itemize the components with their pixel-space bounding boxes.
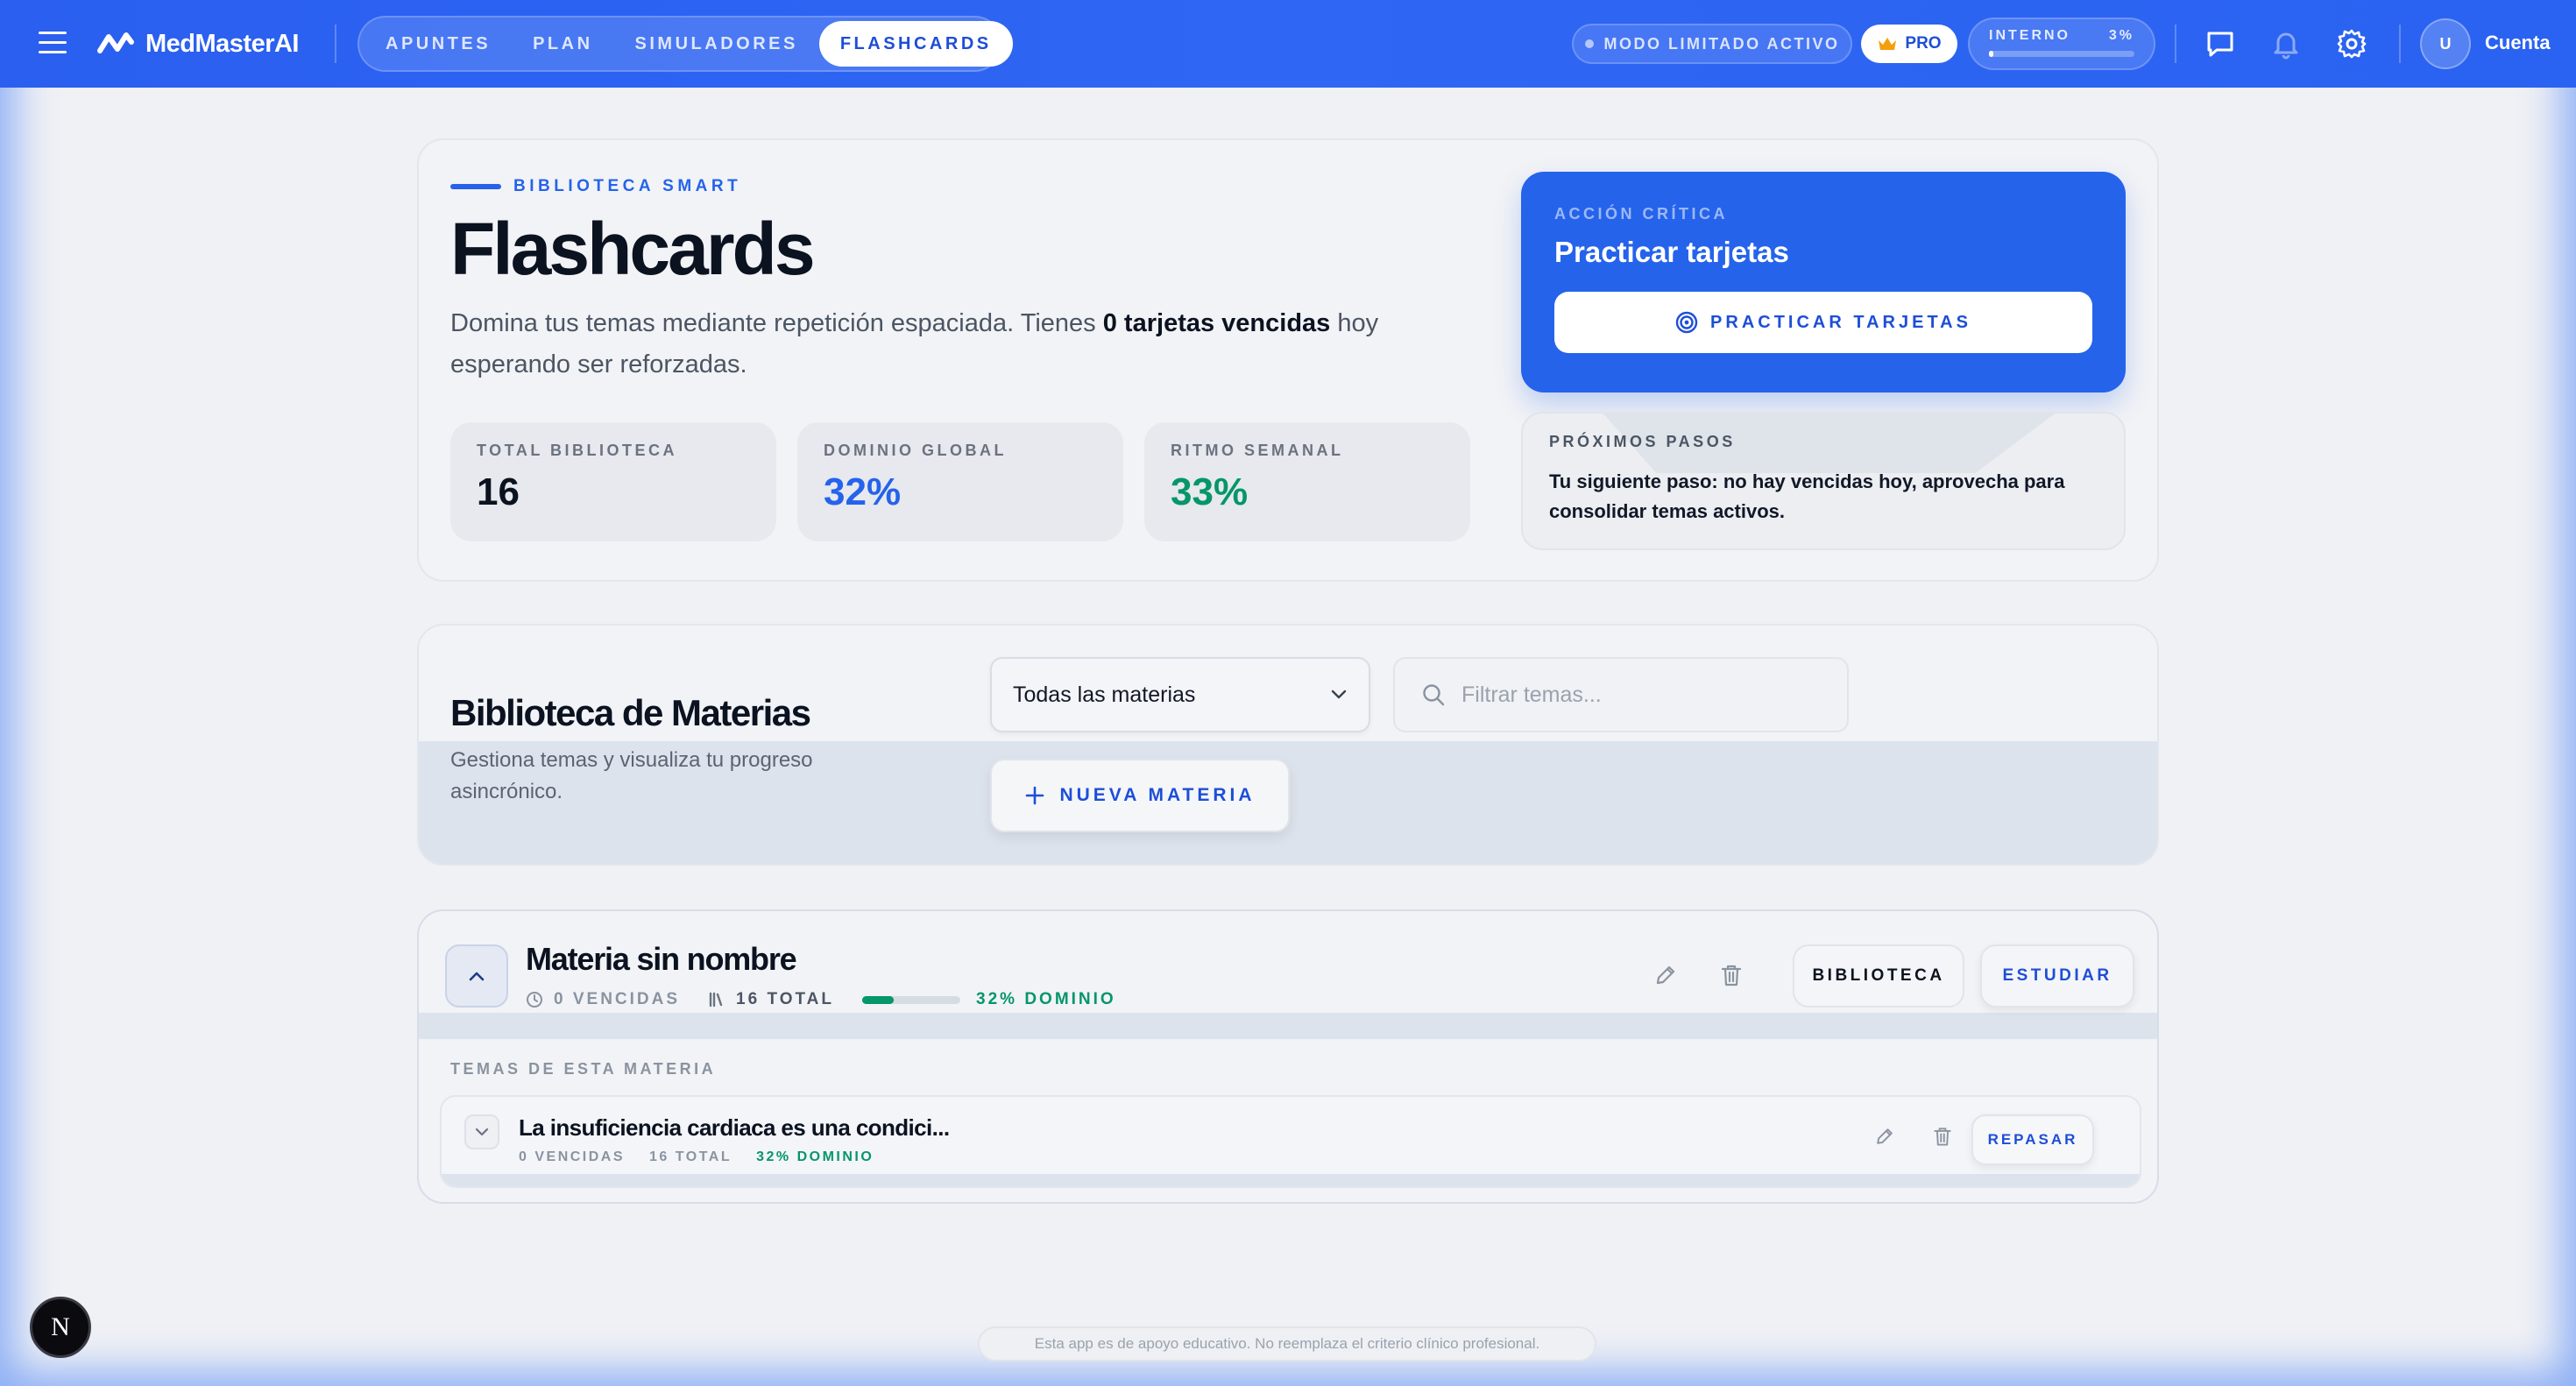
brand-name: MedMasterAI (145, 29, 300, 58)
hero-desc-prefix: Domina tus temas mediante repetición esp… (450, 309, 1103, 337)
subject-progress-bar (862, 995, 961, 1004)
target-icon (1675, 311, 1698, 334)
limited-mode-label: MODO LIMITADO ACTIVO (1603, 34, 1840, 53)
interno-percent: 3% (2108, 28, 2134, 43)
estudiar-button[interactable]: ESTUDIAR (1980, 944, 2134, 1008)
brand-logo-icon (97, 32, 134, 53)
search-icon (1423, 684, 1445, 706)
subject-meta: 0 VENCIDAS 16 TOTAL 32% DOMINIO (526, 990, 1116, 1009)
repasar-button[interactable]: REPASAR (1971, 1114, 2094, 1165)
list-item[interactable]: La insuficiencia cardiaca es una condici… (440, 1095, 2141, 1188)
menu-icon[interactable] (39, 32, 67, 56)
tab-flashcards[interactable]: FLASHCARDS (818, 21, 1013, 67)
disclaimer: Esta app es de apoyo educativo. No reemp… (978, 1326, 1596, 1361)
brand-logo[interactable]: MedMasterAI (96, 26, 300, 61)
new-subject-label: NUEVA MATERIA (1059, 785, 1256, 805)
hero-eyebrow: BIBLIOTECA SMART (450, 177, 741, 196)
interno-label: INTERNO (1989, 28, 2070, 43)
chevron-up-icon (469, 972, 485, 981)
subject-vencidas: 0 VENCIDAS (554, 990, 681, 1008)
subject-select-value: Todas las materias (1013, 682, 1196, 707)
nav-divider (335, 25, 336, 63)
bell-icon[interactable] (2270, 28, 2302, 60)
edit-icon[interactable] (1652, 962, 1679, 988)
crown-icon (1879, 38, 1897, 50)
expand-tema-button[interactable] (464, 1114, 499, 1149)
practice-cards-button[interactable]: PRACTICAR TARJETAS (1554, 292, 2092, 353)
subject-total: 16 TOTAL (736, 990, 835, 1008)
tema-dominio: 32% DOMINIO (756, 1149, 874, 1164)
tab-plan[interactable]: PLAN (512, 21, 613, 67)
account-label[interactable]: Cuenta (2485, 32, 2551, 54)
critical-title: Practicar tarjetas (1554, 236, 1789, 268)
chat-icon[interactable] (2204, 28, 2236, 60)
gear-icon[interactable] (2336, 28, 2367, 60)
subject-card: Materia sin nombre 0 VENCIDAS 16 TOTAL 3… (417, 909, 2159, 1204)
stat-total-biblioteca: TOTAL BIBLIOTECA 16 (450, 422, 776, 541)
eyebrow-bar (450, 184, 501, 189)
hero-eyebrow-label: BIBLIOTECA SMART (513, 177, 742, 195)
tema-meta: 0 VENCIDAS 16 TOTAL 32% DOMINIO (519, 1149, 874, 1165)
subject-title: Materia sin nombre (526, 941, 797, 977)
books-icon (709, 992, 723, 1008)
plus-icon (1026, 786, 1044, 805)
next-steps-text: Tu siguiente paso: no hay vencidas hoy, … (1549, 470, 2065, 522)
hero-description: Domina tus temas mediante repetición esp… (450, 303, 1432, 385)
next-steps-label: PRÓXIMOS PASOS (1549, 433, 1736, 450)
stat-label: DOMINIO GLOBAL (824, 442, 1007, 459)
critical-eyebrow: ACCIÓN CRÍTICA (1554, 205, 1728, 223)
stat-value: 16 (477, 470, 520, 513)
main-tabs: APUNTES PLAN SIMULADORES FLASHCARDS (357, 16, 1013, 72)
hero-desc-bold: 0 tarjetas vencidas (1102, 309, 1331, 337)
search-input[interactable]: Filtrar temas... (1393, 657, 1849, 732)
edit-icon[interactable] (1873, 1125, 1896, 1148)
library-section: Biblioteca de Materias Gestiona temas y … (417, 624, 2159, 866)
next-steps-card: PRÓXIMOS PASOS Tu siguiente paso: no hay… (1521, 412, 2126, 550)
chevron-down-icon (1331, 689, 1347, 699)
chevron-down-icon (475, 1128, 489, 1136)
temas-section-label: TEMAS DE ESTA MATERIA (450, 1060, 717, 1078)
tab-simuladores[interactable]: SIMULADORES (614, 21, 819, 67)
clock-icon (527, 992, 542, 1008)
collapse-subject-button[interactable] (445, 944, 508, 1008)
nav-divider (2399, 25, 2401, 63)
flashcards-hero-card: BIBLIOTECA SMART Flashcards Domina tus t… (417, 138, 2159, 582)
subject-dominio: 32% DOMINIO (976, 990, 1116, 1008)
tema-total: 16 TOTAL (649, 1149, 732, 1164)
stat-label: RITMO SEMANAL (1171, 442, 1344, 459)
biblioteca-button[interactable]: BIBLIOTECA (1793, 944, 1964, 1008)
pro-badge[interactable]: PRO (1861, 25, 1957, 63)
new-subject-button[interactable]: NUEVA MATERIA (990, 759, 1290, 832)
trash-icon[interactable] (1718, 962, 1744, 988)
interno-progress-bar (1989, 51, 2134, 57)
search-placeholder: Filtrar temas... (1461, 682, 1602, 707)
nav-divider (2175, 25, 2176, 63)
tema-strip (442, 1174, 2140, 1186)
subject-select[interactable]: Todas las materias (990, 657, 1370, 732)
tema-title: La insuficiencia cardiaca es una condici… (519, 1114, 950, 1141)
page-title: Flashcards (450, 208, 816, 290)
avatar[interactable]: U (2420, 18, 2471, 69)
interno-progress: INTERNO 3% (1968, 18, 2155, 70)
stat-value: 33% (1171, 470, 1249, 513)
interno-progress-fill (1989, 51, 1993, 57)
tab-apuntes[interactable]: APUNTES (364, 21, 512, 67)
top-navbar: MedMasterAI APUNTES PLAN SIMULADORES FLA… (0, 0, 2576, 88)
limited-mode-badge: MODO LIMITADO ACTIVO (1572, 24, 1852, 64)
library-description: Gestiona temas y visualiza tu progreso a… (450, 748, 813, 803)
stat-value: 32% (824, 470, 902, 513)
status-dot (1584, 39, 1594, 48)
stat-dominio-global: DOMINIO GLOBAL 32% (797, 422, 1123, 541)
subject-progress-fill (862, 995, 894, 1004)
practice-cards-label: PRACTICAR TARJETAS (1710, 312, 1971, 332)
library-title: Biblioteca de Materias (450, 692, 811, 733)
trash-icon[interactable] (1931, 1125, 1954, 1148)
stat-label: TOTAL BIBLIOTECA (477, 442, 677, 459)
stat-ritmo-semanal: RITMO SEMANAL 33% (1144, 422, 1470, 541)
pro-label: PRO (1905, 34, 1942, 53)
critical-action-card: ACCIÓN CRÍTICA Practicar tarjetas PRACTI… (1521, 172, 2126, 392)
dev-tools-badge[interactable]: N (30, 1297, 91, 1358)
tema-vencidas: 0 VENCIDAS (519, 1149, 626, 1164)
subject-strip (419, 1013, 2157, 1039)
